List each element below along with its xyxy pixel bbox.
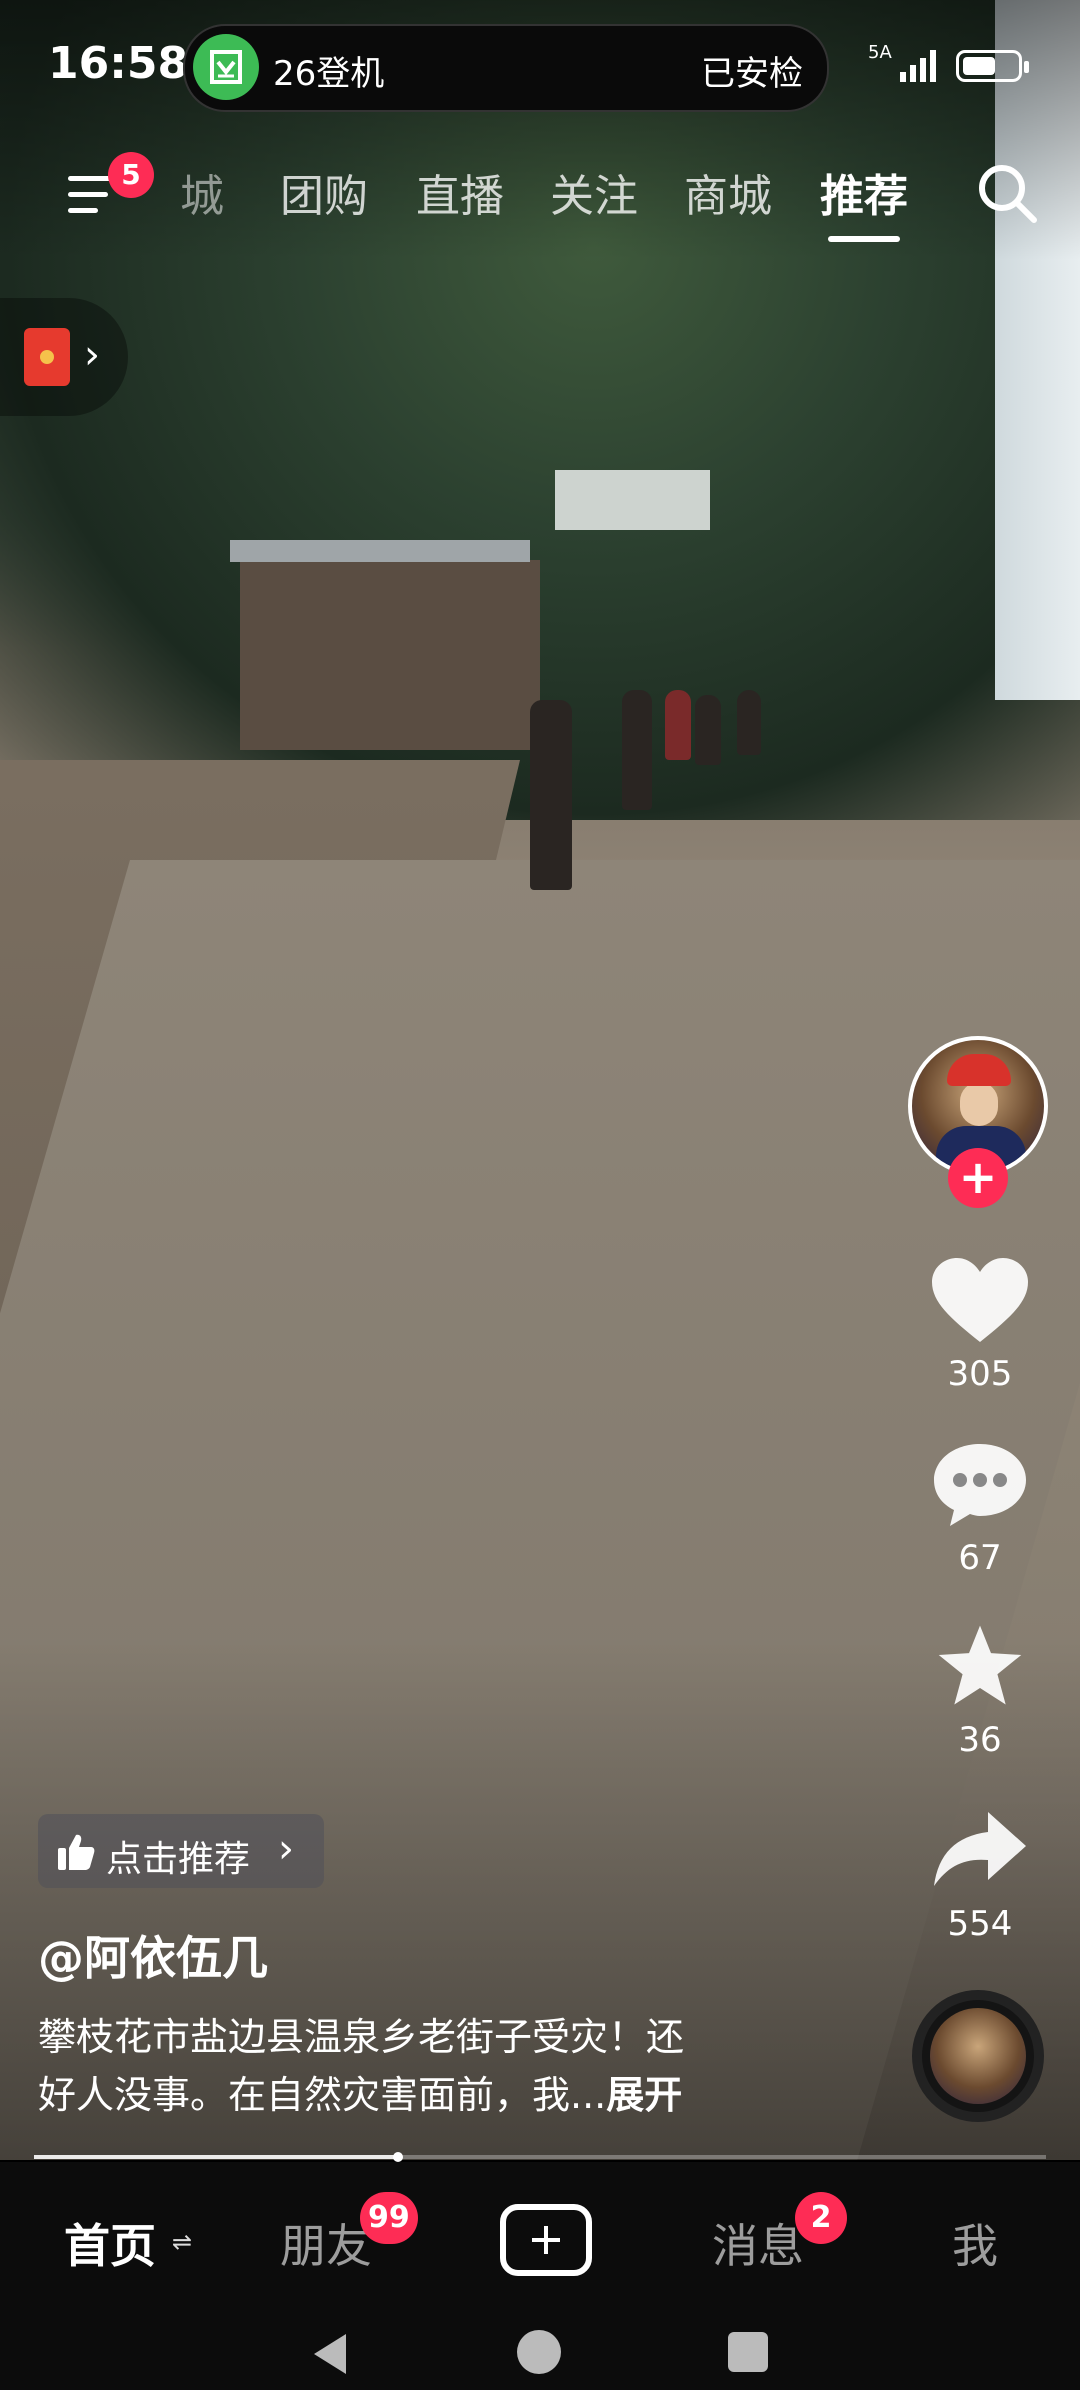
follow-button[interactable]: + [948, 1148, 1008, 1208]
heart-icon [932, 1258, 1028, 1342]
music-cover [930, 2008, 1026, 2104]
red-packet-icon [24, 328, 70, 386]
system-nav-bar [0, 2312, 1080, 2390]
share-button[interactable]: 554 [918, 1806, 1042, 1944]
favorite-count: 36 [958, 1720, 1002, 1760]
comment-icon [934, 1444, 1026, 1526]
video-progress-bar[interactable] [34, 2152, 1046, 2162]
post-description[interactable]: 攀枝花市盐边县温泉乡老街子受灾！还 好人没事。在自然灾害面前，我...展开 [38, 2008, 808, 2124]
tab-following[interactable]: 关注 [550, 160, 638, 224]
recommend-button[interactable]: 点击推荐 › [38, 1814, 324, 1888]
video-house-distant [555, 470, 710, 530]
tab-group-buy[interactable]: 团购 [280, 160, 368, 224]
share-count: 554 [947, 1904, 1013, 1944]
red-packet-entry[interactable]: › [0, 298, 128, 416]
comment-count: 67 [958, 1538, 1002, 1578]
tab-mall[interactable]: 商城 [684, 160, 772, 224]
tab-live[interactable]: 直播 [416, 160, 504, 224]
like-count: 305 [947, 1354, 1013, 1394]
switch-feed-icon[interactable]: ⇌ [172, 2228, 192, 2256]
expand-button[interactable]: 展开 [606, 2073, 682, 2117]
search-icon[interactable] [972, 158, 1042, 228]
video-progress-fill [34, 2155, 399, 2159]
music-disc[interactable] [912, 1990, 1044, 2122]
menu-badge: 5 [108, 152, 154, 198]
description-line: 好人没事。在自然灾害面前，我... [38, 2073, 607, 2117]
favorite-button[interactable]: 36 [918, 1622, 1042, 1760]
video-person [695, 695, 721, 765]
create-post-button[interactable] [500, 2204, 592, 2276]
like-button[interactable]: 305 [918, 1256, 1042, 1394]
video-person [622, 690, 652, 810]
recents-icon[interactable] [728, 2332, 768, 2372]
signal-strength-icon [900, 50, 936, 82]
video-progress-knob[interactable] [393, 2152, 404, 2162]
active-tab-indicator [828, 236, 900, 242]
comment-button[interactable]: 67 [918, 1440, 1042, 1578]
tab-city[interactable]: 城 [180, 160, 224, 224]
recommend-label: 点击推荐 [106, 1839, 251, 1880]
menu-button[interactable]: 5 [68, 152, 154, 220]
back-icon[interactable] [310, 2332, 350, 2376]
boarding-pass-icon [193, 34, 259, 100]
video-person [530, 700, 572, 890]
description-line: 攀枝花市盐边县温泉乡老街子受灾！还 [38, 2015, 685, 2059]
island-flight-label: 26登机 [273, 54, 385, 94]
thumbs-up-icon [58, 1834, 95, 1870]
status-bar: 16:58 26登机 已安检 5A [0, 0, 1080, 130]
author-name[interactable]: @阿依伍几 [38, 1922, 268, 1988]
share-icon [934, 1812, 1026, 1886]
video-person [665, 690, 691, 760]
bottom-tab-bar: 首页 ⇌ 朋友 99 消息 2 我 [0, 2162, 1080, 2312]
battery-icon [956, 50, 1029, 82]
video-house [230, 540, 540, 750]
battery-level [963, 57, 995, 75]
video-person [737, 690, 761, 755]
top-nav: 5 城 团购 直播 关注 商城 推荐 [0, 148, 1080, 248]
tab-recommended[interactable]: 推荐 [820, 160, 908, 224]
star-icon [938, 1625, 1022, 1705]
home-icon[interactable] [517, 2330, 561, 2374]
chevron-right-icon: › [278, 1826, 294, 1872]
tab-messages[interactable]: 消息 [712, 2210, 804, 2276]
messages-badge: 2 [795, 2192, 847, 2244]
tab-me[interactable]: 我 [952, 2210, 998, 2276]
island-checkin-status: 已安检 [701, 54, 803, 94]
network-type: 5A [868, 42, 892, 63]
friends-badge: 99 [360, 2192, 418, 2244]
dynamic-island-flight-status[interactable]: 26登机 已安检 [183, 24, 829, 112]
chevron-right-icon: › [84, 332, 100, 378]
clock: 16:58 [48, 38, 189, 89]
tab-home[interactable]: 首页 [64, 2210, 156, 2276]
tab-friends[interactable]: 朋友 [280, 2210, 372, 2276]
